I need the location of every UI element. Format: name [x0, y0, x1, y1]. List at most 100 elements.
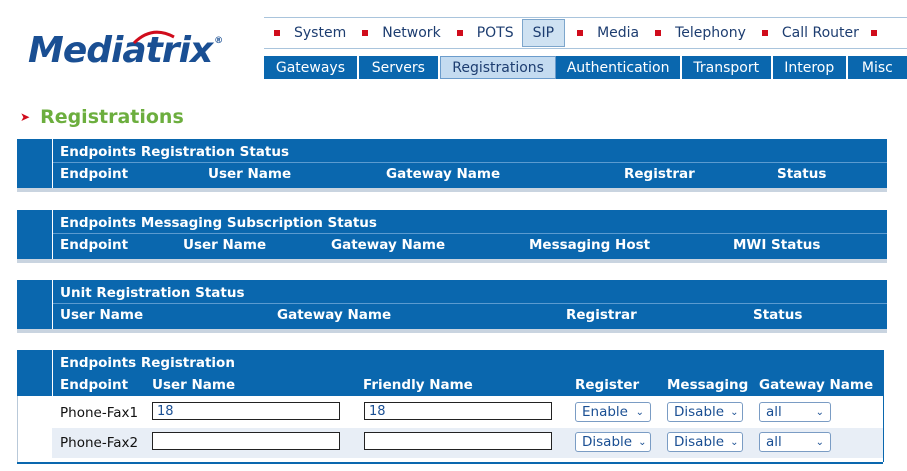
col-header-gateway-name: Gateway Name [759, 377, 874, 393]
col-header-mwi-status: MWI Status [733, 237, 821, 253]
tab-label: Misc [861, 59, 893, 76]
col-header-endpoint: Endpoint [60, 237, 129, 253]
nav-bullet-icon [456, 30, 463, 36]
nav-pots[interactable]: POTS [449, 20, 522, 46]
panel-left-column [17, 280, 53, 329]
chevron-down-icon: ⌄ [730, 436, 739, 448]
nav-label: SIP [532, 25, 555, 41]
panel-divider [53, 303, 887, 304]
tab-label: Registrations [452, 59, 544, 76]
input-value: 18 [369, 403, 386, 419]
user-name-input[interactable] [152, 432, 340, 450]
endpoint-name: Phone-Fax2 [60, 435, 139, 451]
nav-bullet-icon [761, 30, 768, 36]
table-left-column [17, 396, 53, 462]
tab-label: Gateways [275, 59, 345, 76]
friendly-name-input[interactable] [364, 432, 552, 450]
endpoints-registration-table: Endpoints Registration Endpoint User Nam… [17, 350, 907, 462]
page-title: ➤ Registrations [20, 106, 184, 128]
col-header-user-name: User Name [152, 377, 236, 393]
tab-label: Interop [784, 59, 835, 76]
mediatrix-logo: Mediatrix ® [28, 30, 223, 71]
chevron-down-icon: ⌄ [815, 406, 824, 418]
col-header-status: Status [777, 166, 827, 182]
nav-telephony[interactable]: Telephony [647, 20, 754, 46]
tab-servers[interactable]: Servers [358, 56, 440, 79]
nav-label: System [294, 25, 347, 41]
sub-nav: Gateways Servers Registrations Authentic… [264, 56, 907, 79]
section-arrow-icon: ➤ [20, 110, 31, 124]
panel-left-column [17, 350, 53, 396]
panel-bottom-edge [17, 188, 887, 192]
gateway-select[interactable]: all ⌄ [759, 432, 831, 452]
col-header-user-name: User Name [60, 307, 144, 323]
nav-bullet-icon [655, 30, 662, 36]
col-header-messaging-host: Messaging Host [529, 237, 651, 253]
select-value: all [766, 404, 782, 420]
nav-bullet-icon [870, 30, 877, 36]
nav-label: Network [382, 25, 441, 41]
tab-label: Authentication [566, 59, 670, 76]
nav-bullet-icon [362, 30, 369, 36]
col-header-user-name: User Name [183, 237, 267, 253]
col-header-gateway-name: Gateway Name [277, 307, 392, 323]
nav-call-router[interactable]: Call Router [754, 20, 867, 46]
messaging-select[interactable]: Disable ⌄ [667, 402, 743, 422]
nav-network[interactable]: Network [354, 20, 448, 46]
tab-label: Servers [371, 59, 425, 76]
select-value: Disable [674, 434, 725, 450]
nav-system[interactable]: System [264, 20, 354, 46]
panel-title: Endpoints Messaging Subscription Status [60, 215, 377, 231]
table-row: Phone-Fax2 Disable ⌄ Disable ⌄ all ⌄ [52, 428, 883, 458]
tab-gateways[interactable]: Gateways [264, 56, 359, 79]
tab-misc[interactable]: Misc [847, 56, 907, 79]
col-header-register: Register [575, 377, 640, 393]
col-header-registrar: Registrar [566, 307, 637, 323]
endpoints-registration-status-panel: Endpoints Registration Status Endpoint U… [17, 139, 887, 188]
messaging-select[interactable]: Disable ⌄ [667, 432, 743, 452]
nav-sip[interactable]: SIP [521, 19, 566, 47]
nav-label: Telephony [675, 25, 746, 41]
friendly-name-input[interactable]: 18 [364, 402, 552, 420]
col-header-status: Status [753, 307, 803, 323]
tab-authentication[interactable]: Authentication [556, 56, 682, 79]
user-name-input[interactable]: 18 [152, 402, 340, 420]
col-header-endpoint: Endpoint [60, 166, 129, 182]
table-title: Endpoints Registration [60, 355, 235, 371]
chevron-down-icon: ⌄ [638, 436, 647, 448]
chevron-down-icon: ⌄ [730, 406, 739, 418]
messaging-subscription-status-panel: Endpoints Messaging Subscription Status … [17, 210, 887, 259]
chevron-down-icon: ⌄ [635, 406, 644, 418]
panel-title: Endpoints Registration Status [60, 144, 290, 160]
input-value: 18 [157, 403, 174, 419]
panel-divider [53, 162, 887, 163]
logo-swoosh-icon [132, 30, 175, 45]
logo-text: Mediatrix [28, 30, 213, 71]
nav-label: POTS [476, 25, 514, 41]
nav-bullet-icon [274, 30, 280, 36]
nav-media[interactable]: Media [569, 20, 647, 46]
gateway-select[interactable]: all ⌄ [759, 402, 831, 422]
registered-mark: ® [214, 36, 223, 46]
select-value: Disable [582, 434, 633, 450]
table-row: Phone-Fax1 18 18 Enable ⌄ Disable ⌄ all ⌄ [52, 398, 883, 428]
page-title-text: Registrations [40, 106, 184, 128]
nav-more[interactable] [867, 20, 877, 46]
nav-label: Call Router [781, 25, 859, 41]
register-select[interactable]: Disable ⌄ [575, 432, 651, 452]
table-right-edge [883, 350, 907, 462]
select-value: all [766, 434, 782, 450]
panel-bottom-edge [17, 259, 887, 263]
tab-transport[interactable]: Transport [681, 56, 773, 79]
tab-registrations[interactable]: Registrations [439, 56, 557, 79]
col-header-gateway-name: Gateway Name [386, 166, 501, 182]
nav-bullet-icon [577, 30, 584, 36]
col-header-endpoint: Endpoint [60, 377, 129, 393]
select-value: Enable [582, 404, 628, 420]
tab-interop[interactable]: Interop [772, 56, 848, 79]
panel-left-column [17, 210, 53, 259]
register-select[interactable]: Enable ⌄ [575, 402, 651, 422]
select-value: Disable [674, 404, 725, 420]
panel-left-column [17, 139, 53, 188]
chevron-down-icon: ⌄ [815, 436, 824, 448]
